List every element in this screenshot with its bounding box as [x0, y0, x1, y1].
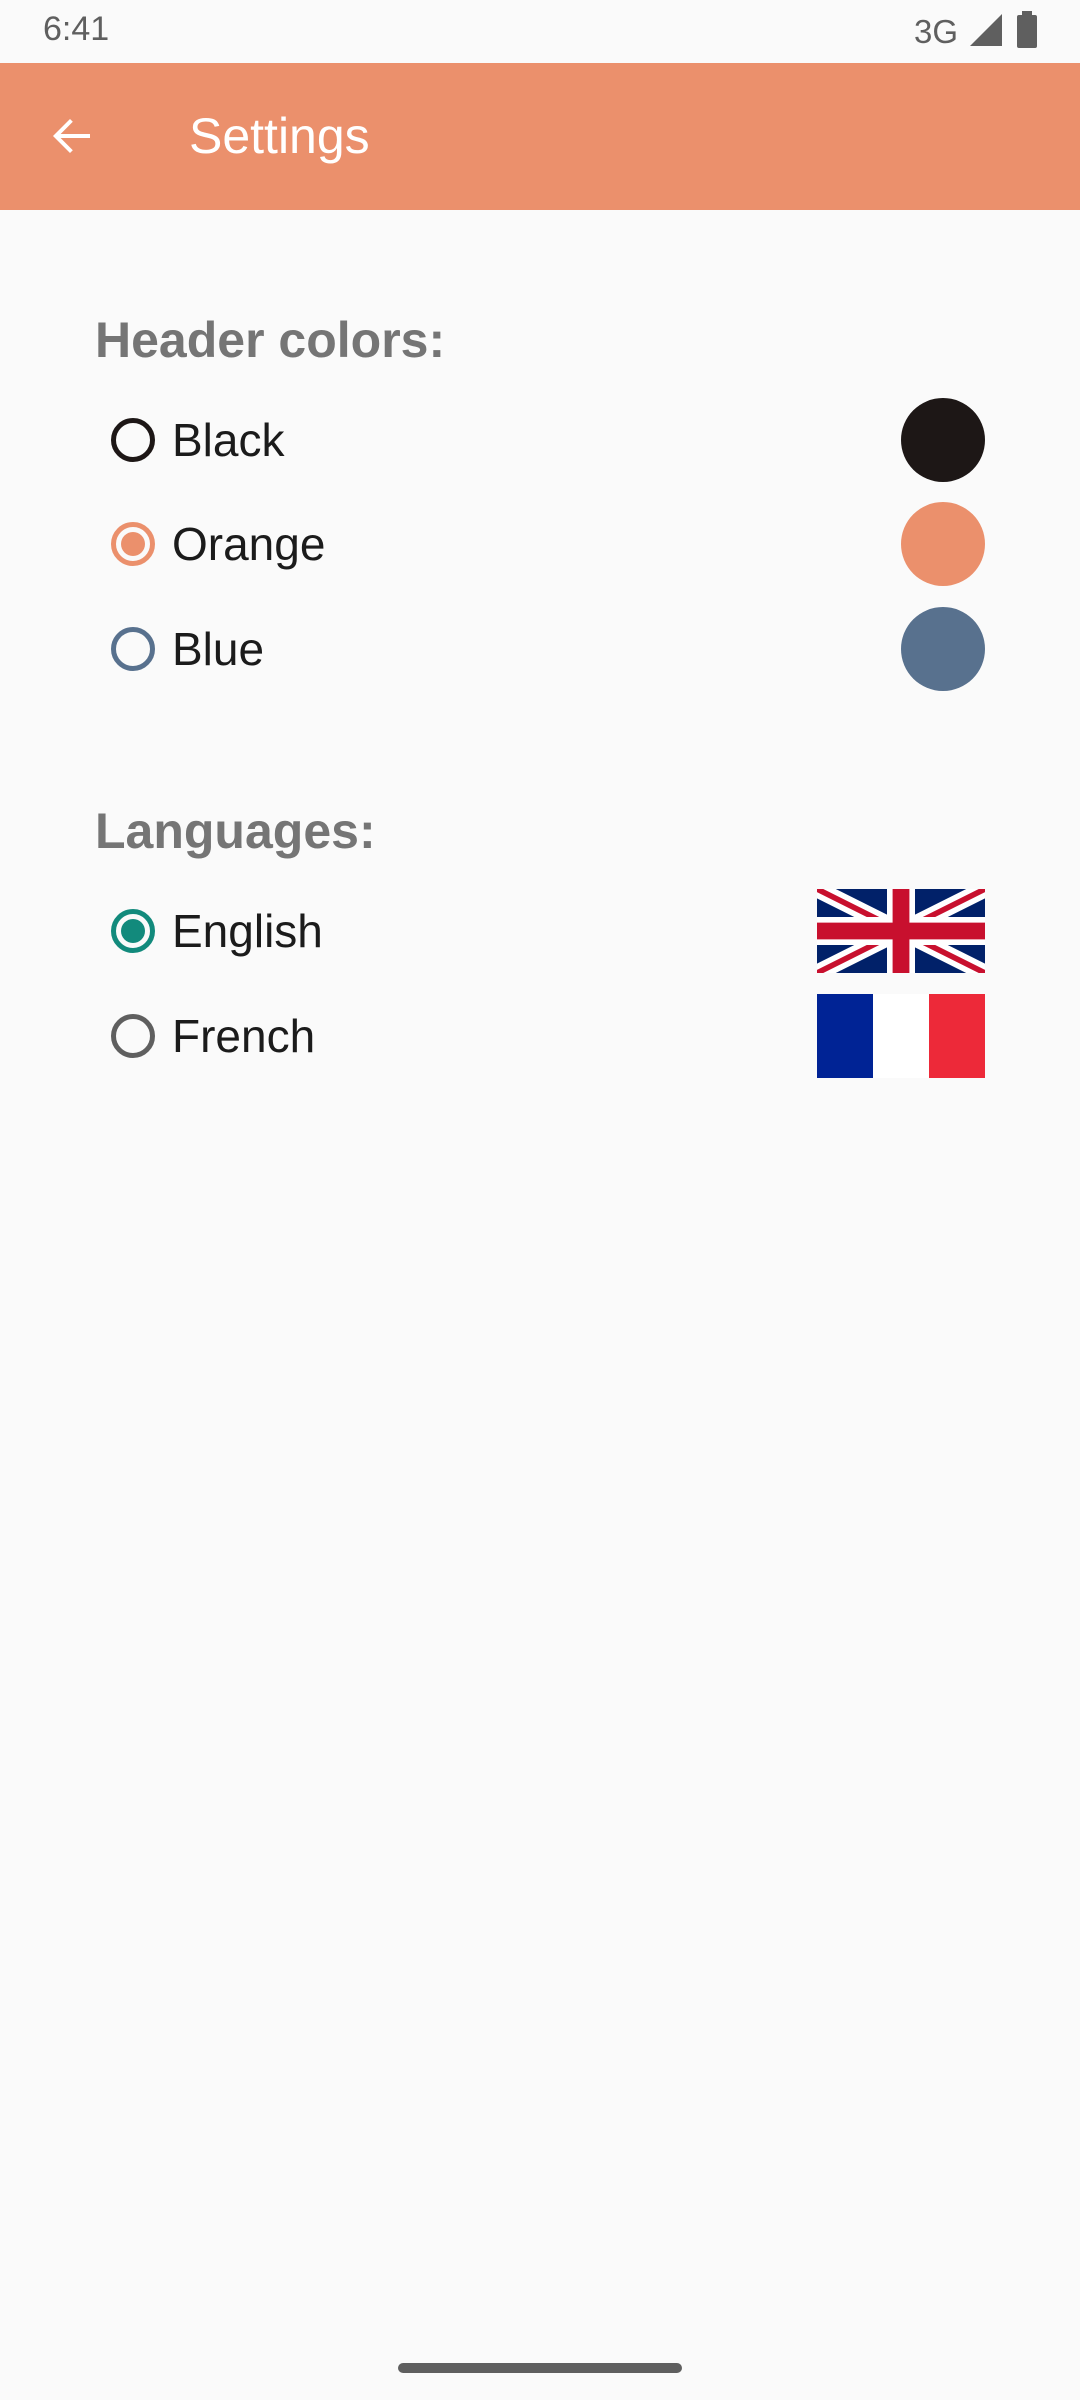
color-option-label: Black [172, 414, 285, 466]
radio-french[interactable] [111, 1014, 155, 1058]
arrow-back-icon [48, 112, 96, 165]
radio-orange[interactable] [111, 522, 155, 566]
status-time: 6:41 [43, 10, 110, 48]
home-indicator[interactable] [398, 2363, 682, 2373]
status-icons: 3G [914, 10, 1038, 54]
battery-icon [1016, 10, 1038, 54]
language-option-label: English [172, 905, 323, 957]
radio-selected-dot [121, 532, 145, 556]
language-option-english[interactable]: English [95, 886, 985, 976]
network-type: 3G [913, 13, 958, 50]
radio-blue[interactable] [111, 627, 155, 671]
radio-black[interactable] [111, 418, 155, 462]
signal-icon [968, 12, 1004, 53]
color-option-label: Blue [172, 623, 265, 675]
uk-flag-icon [817, 889, 985, 973]
status-bar: 6:41 3G [0, 0, 1080, 63]
languages-title: Languages: [95, 803, 376, 859]
blue-swatch-icon [901, 607, 985, 691]
france-flag-icon [817, 994, 985, 1078]
app-bar: Settings [0, 63, 1080, 210]
radio-english[interactable] [111, 909, 155, 953]
back-button[interactable] [32, 103, 112, 173]
radio-selected-dot [121, 919, 145, 943]
color-option-blue[interactable]: Blue [95, 604, 985, 694]
black-swatch-icon [901, 398, 985, 482]
language-option-french[interactable]: French [95, 991, 985, 1081]
color-option-black[interactable]: Black [95, 395, 985, 485]
language-option-label: French [172, 1010, 316, 1062]
header-colors-title: Header colors: [95, 312, 446, 368]
color-option-label: Orange [172, 518, 326, 570]
orange-swatch-icon [901, 502, 985, 586]
page-title: Settings [189, 108, 370, 164]
color-option-orange[interactable]: Orange [95, 499, 985, 589]
